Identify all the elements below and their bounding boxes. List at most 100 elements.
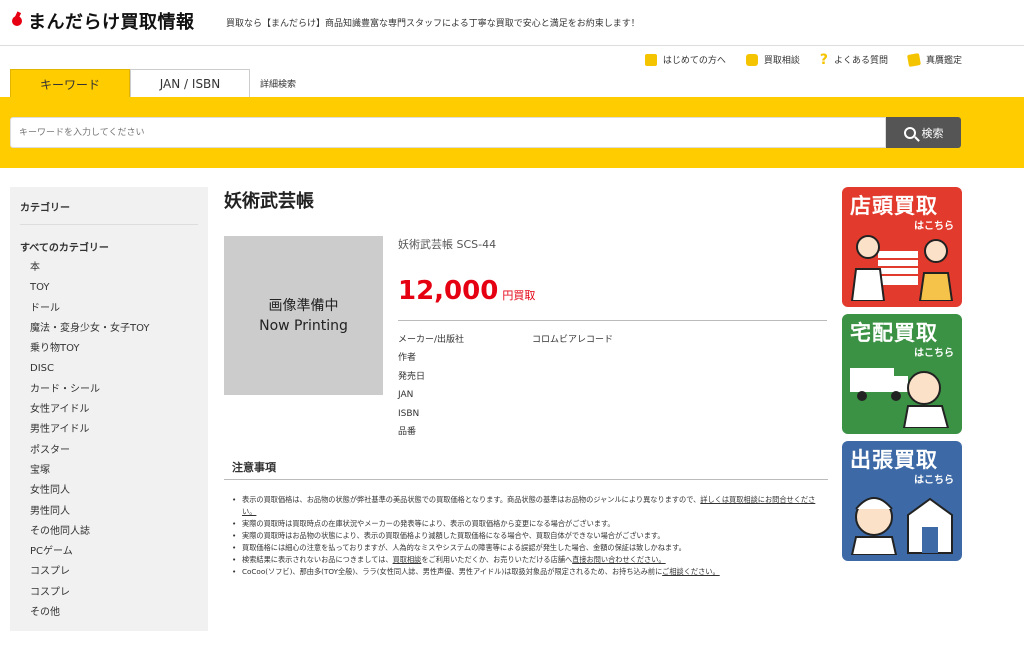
spec-table: メーカー/出版社 コロムビアレコード 作者 発売日 JAN ISBN 品番 [398,331,827,441]
spec-row: 品番 [398,423,827,441]
store-clerk-illustration-icon [850,235,954,301]
page-title: 妖術武芸帳 [224,191,314,212]
sidebar-item[interactable]: コスプレ [20,583,198,603]
category-sidebar: カテゴリー すべてのカテゴリー 本 TOY ドール 魔法・変身少女・女子TOY … [10,187,208,631]
sidebar-heading: カテゴリー [20,199,198,225]
notes-section: 注意事項 表示の買取価格は、お品物の状態が弊社基準の美品状態での買取価格となりま… [224,455,828,578]
search-button-label: 検索 [921,126,944,140]
sidebar-item[interactable]: TOY [20,278,198,298]
sidebar-item[interactable]: 本 [20,258,198,278]
advanced-search-link[interactable]: 詳細検索 [250,69,296,98]
sidebar-item[interactable]: PCゲーム [20,542,198,562]
note-text: をご利用いただくか、お売りいただける店舗へ [421,555,573,564]
note-item: 表示の買取価格は、お品物の状態が弊社基準の美品状態での買取価格となります。商品状… [232,494,828,518]
spec-key: 作者 [398,353,417,364]
sidebar-item[interactable]: 宝塚 [20,461,198,481]
note-item: 買取価格には細心の注意を払っておりますが、人為的なミスやシステムの障害等による誤… [232,542,828,554]
sidebar-item[interactable]: 男性アイドル [20,420,198,440]
spec-row: 作者 [398,349,827,367]
banner-visit-buyback[interactable]: 出張買取 はこちら [842,441,962,561]
spec-row: JAN [398,386,827,404]
sidebar-item[interactable]: その他 [20,603,198,623]
product-main: 妖術武芸帳 画像準備中 Now Printing 妖術武芸帳 SCS-44 12… [224,187,828,578]
note-item: 実際の買取時は買取時点の在庫状況やメーカーの発表等により、表示の買取価格から変更… [232,518,828,530]
banner-title: 宅配買取 [850,321,938,345]
sidebar-item[interactable]: カード・シール [20,380,198,400]
spec-key: JAN [398,390,414,401]
util-label: よくある質問 [833,56,888,66]
consult-link[interactable]: ご相談ください。 [662,567,720,576]
util-faq-link[interactable]: ? よくある質問 [819,51,888,68]
chat-icon [745,53,758,66]
sidebar-item[interactable]: 女性同人 [20,481,198,501]
spec-key: 品番 [398,426,417,437]
spec-row: メーカー/出版社 コロムビアレコード [398,331,827,349]
product-info: 妖術武芸帳 SCS-44 12,000 円買取 メーカー/出版社 コロムビアレコ… [398,236,827,441]
sidebar-list: 本 TOY ドール 魔法・変身少女・女子TOY 乗り物TOY DISC カード・… [20,258,198,623]
image-placeholder-line1: 画像準備中 [268,297,339,314]
contact-store-link[interactable]: 直接お問い合わせください。 [572,555,665,564]
sidebar-item-all[interactable]: すべてのカテゴリー [20,239,198,254]
spec-row: 発売日 [398,368,827,386]
image-placeholder-line2: Now Printing [259,317,348,334]
sidebar-item[interactable]: DISC [20,359,198,379]
note-text: CoCoo(ソフビ)、那由多(TOY全般)、ララ(女性同人誌、男性声優、男性アイ… [242,567,663,576]
product-image-placeholder: 画像準備中 Now Printing [224,236,383,395]
product-name: 妖術武芸帳 SCS-44 [398,238,497,251]
price-unit: 円買取 [502,289,536,302]
tagline: 買取なら【まんだらけ】商品知識豊富な専門スタッフによる丁寧な買取で安心と満足をお… [226,19,640,29]
banner-title: 店頭買取 [850,194,938,218]
util-label: はじめての方へ [662,56,726,66]
sidebar-item[interactable]: 魔法・変身少女・女子TOY [20,319,198,339]
question-icon: ? [819,51,828,68]
note-item: 検索結果に表示されないお品につきましては、買取相談をご利用いただくか、お売りいた… [232,554,828,566]
banner-sub: はこちら [914,475,954,486]
search-bar: 検索 [0,97,1024,168]
delivery-truck-illustration-icon [850,368,950,428]
book-icon [644,53,657,66]
spec-value: コロムビアレコード [532,335,614,345]
sidebar-item[interactable]: ドール [20,299,198,319]
notes-title: 注意事項 [224,455,828,480]
note-text: 表示の買取価格は、お品物の状態が弊社基準の美品状態での買取価格となります。商品状… [242,495,701,504]
spec-key: ISBN [398,408,420,419]
search-input[interactable] [10,117,886,148]
note-item: CoCoo(ソフビ)、那由多(TOY全般)、ララ(女性同人誌、男性声優、男性アイ… [232,566,828,578]
banner-sub: はこちら [914,221,954,232]
util-first-time-link[interactable]: はじめての方へ [644,53,726,66]
sidebar-item[interactable]: ポスター [20,441,198,461]
spec-key: メーカー/出版社 [398,335,465,345]
sidebar-item[interactable]: コスプレ [20,562,198,582]
spec-key: 発売日 [398,371,426,382]
search-icon [903,126,916,139]
consult-link[interactable]: 買取相談 [393,555,422,564]
tab-keyword[interactable]: キーワード [10,69,130,98]
util-label: 買取相談 [763,56,800,66]
banner-delivery-buyback[interactable]: 宅配買取 はこちら [842,314,962,434]
sidebar-item[interactable]: 女性アイドル [20,400,198,420]
tab-jan-isbn[interactable]: JAN / ISBN [130,69,250,98]
divider [398,320,827,321]
search-tabs: キーワード JAN / ISBN 詳細検索 [10,69,296,98]
sidebar-item[interactable]: 乗り物TOY [20,339,198,359]
logo-text: まんだらけ買取情報 [28,12,195,33]
util-consult-link[interactable]: 買取相談 [745,53,800,66]
util-label: 真贋鑑定 [925,56,962,66]
search-button[interactable]: 検索 [886,117,961,148]
notes-list: 表示の買取価格は、お品物の状態が弊社基準の美品状態での買取価格となります。商品状… [224,494,828,578]
note-item: 実際の買取時はお品物の状態により、表示の買取価格より減額した買取価格になる場合や… [232,530,828,542]
logo-flame-icon [10,12,24,30]
site-logo[interactable]: まんだらけ買取情報 [10,8,195,34]
banner-title: 出張買取 [850,448,938,472]
buy-price: 12,000 [398,276,499,306]
sidebar-item[interactable]: その他同人誌 [20,522,198,542]
banner-sub: はこちら [914,348,954,359]
banner-store-buyback[interactable]: 店頭買取 はこちら [842,187,962,307]
note-text: 検索結果に表示されないお品につきましては、 [242,555,393,564]
util-authentication-link[interactable]: 真贋鑑定 [907,52,962,67]
sidebar-item[interactable]: 男性同人 [20,502,198,522]
price-row: 12,000 円買取 [398,276,827,306]
utility-links: はじめての方へ 買取相談 ? よくある質問 真贋鑑定 [644,51,962,68]
spec-row: ISBN [398,405,827,423]
site-header: まんだらけ買取情報 買取なら【まんだらけ】商品知識豊富な専門スタッフによる丁寧な… [0,0,1024,46]
